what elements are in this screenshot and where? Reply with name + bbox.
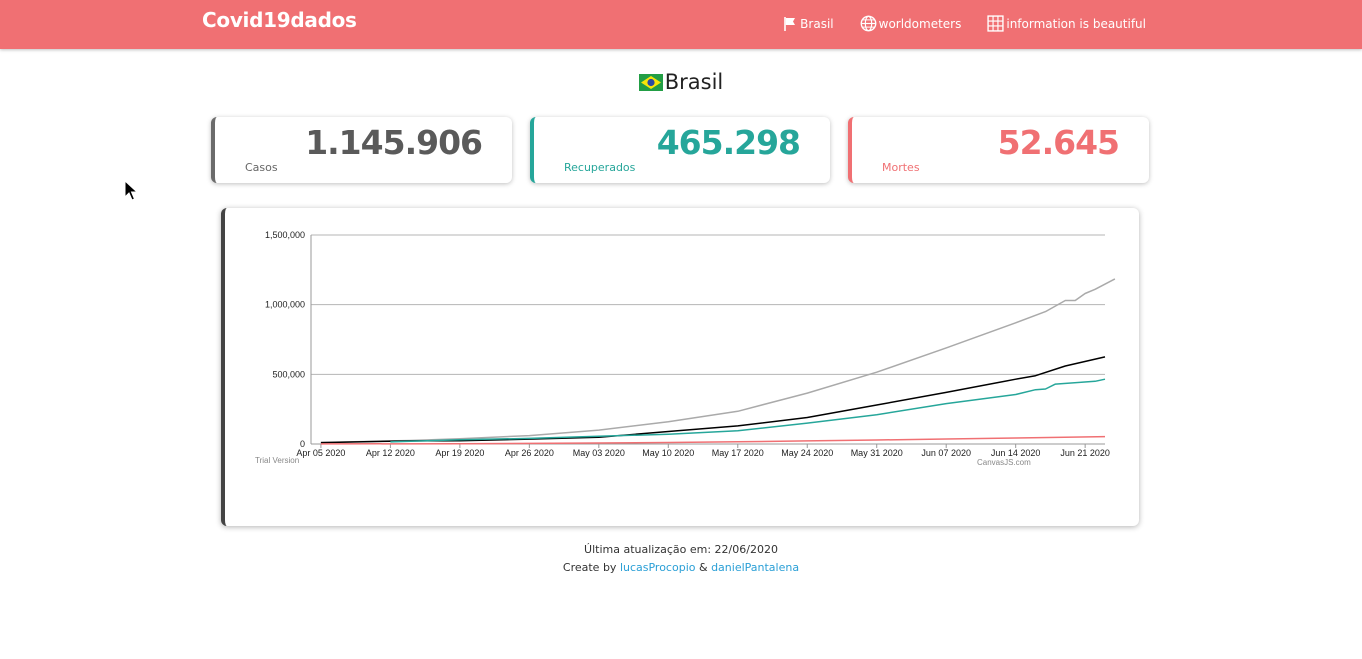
recuperados-value: 465.298 <box>656 123 801 162</box>
card-casos: 1.145.906 Casos <box>211 117 512 183</box>
series-line-0 <box>320 278 1116 444</box>
casos-value: 1.145.906 <box>305 123 483 162</box>
country-name: Brasil <box>664 70 724 94</box>
nav-link-information-is-beautiful[interactable]: information is beautiful <box>987 15 1146 32</box>
x-tick-label: May 03 2020 <box>573 448 625 458</box>
nav-link-label: worldometers <box>878 16 962 31</box>
series-line-1 <box>320 356 1106 444</box>
nav-links: Brasil worldometers information is beaut… <box>782 15 1146 32</box>
nav-link-label: Brasil <box>800 16 834 31</box>
casos-label: Casos <box>245 161 278 174</box>
card-mortes: 52.645 Mortes <box>848 117 1149 183</box>
nav-link-label: information is beautiful <box>1006 16 1146 31</box>
grid-icon <box>987 15 1004 32</box>
brand-logo[interactable]: Covid19dados <box>202 8 357 32</box>
x-tick-label: Jun 14 2020 <box>991 448 1041 458</box>
y-tick-label: 1,000,000 <box>265 300 305 310</box>
navbar: Covid19dados Brasil worldometers informa… <box>0 0 1362 49</box>
series-line-2 <box>390 378 1106 443</box>
line-chart: 0500,0001,000,0001,500,000Apr 05 2020 Apr… <box>255 230 1116 467</box>
last-updated: Última atualização em: 22/06/2020 <box>584 543 778 556</box>
author-link-daniel[interactable]: danielPantalena <box>711 561 799 574</box>
country-header: Brasil <box>0 70 1362 95</box>
credits-prefix: Create by <box>562 561 620 574</box>
nav-link-brasil[interactable]: Brasil <box>782 15 834 32</box>
x-tick-label: Apr 26 2020 <box>505 448 554 458</box>
globe-icon <box>860 15 877 32</box>
mortes-value: 52.645 <box>997 123 1120 162</box>
brazil-flag-icon <box>638 73 663 91</box>
recuperados-label: Recuperados <box>564 161 636 174</box>
x-tick-label: May 31 2020 <box>851 448 903 458</box>
author-link-lucas[interactable]: lucasProcopio <box>620 561 696 574</box>
mortes-label: Mortes <box>882 161 920 174</box>
x-tick-label: Apr 12 2020 <box>366 448 415 458</box>
y-tick-label: 1,500,000 <box>265 230 305 240</box>
card-recuperados: 465.298 Recuperados <box>530 117 830 183</box>
flag-icon <box>784 16 796 31</box>
x-tick-label: Apr 05 2020 <box>296 448 345 458</box>
x-tick-label: May 17 2020 <box>712 448 764 458</box>
trial-watermark: Trial Version <box>255 456 299 465</box>
credits-separator: & <box>695 561 712 574</box>
x-tick-label: Jun 21 2020 <box>1060 448 1110 458</box>
chart-card: 0 500,000 1,000,000 1,500,000 Apr 05 2020 Apr… <box>221 208 1139 526</box>
x-tick-label: May 24 2020 <box>781 448 833 458</box>
credits: Create by lucasProcopio & danielPantalen… <box>0 561 1362 574</box>
canvasjs-credit: CanvasJS.com <box>977 458 1031 467</box>
x-tick-label: Jun 07 2020 <box>921 448 971 458</box>
x-tick-label: May 10 2020 <box>642 448 694 458</box>
x-tick-label: Apr 19 2020 <box>435 448 484 458</box>
nav-link-worldometers[interactable]: worldometers <box>860 15 962 32</box>
mouse-cursor-icon <box>124 180 138 201</box>
y-tick-label: 500,000 <box>272 369 305 379</box>
